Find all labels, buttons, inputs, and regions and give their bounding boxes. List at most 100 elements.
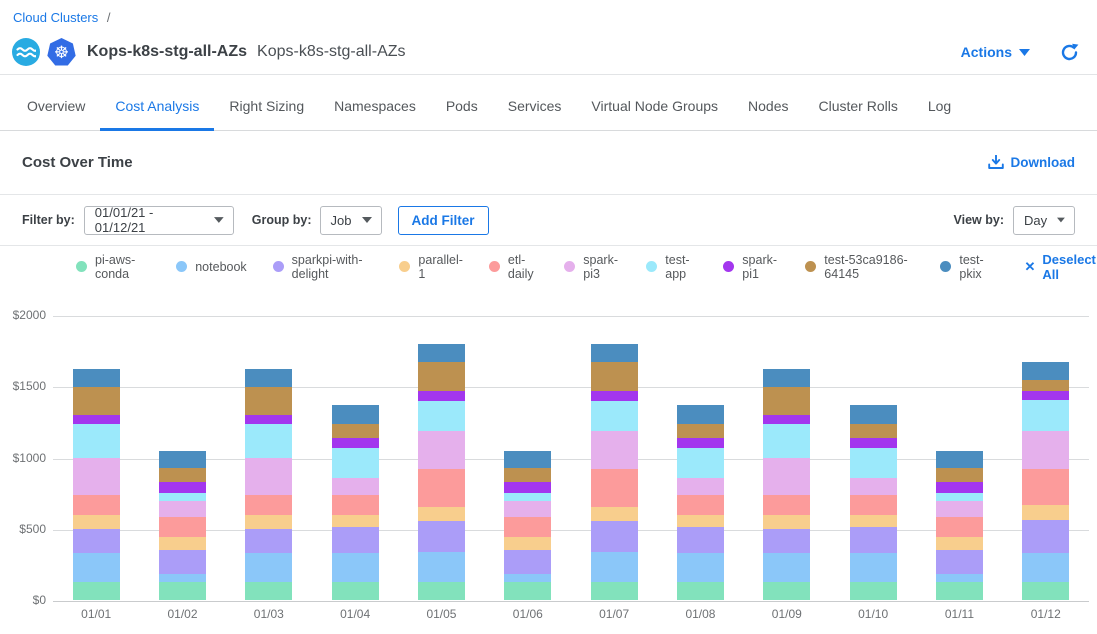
bar-segment-spark-pi3[interactable] — [332, 478, 379, 495]
bar-segment-parallel-1[interactable] — [763, 515, 810, 529]
bar-segment-spark-pi1[interactable] — [73, 415, 120, 424]
refresh-button[interactable] — [1060, 43, 1079, 62]
bar-segment-notebook[interactable] — [936, 574, 983, 581]
tab-virtual-node-groups[interactable]: Virtual Node Groups — [576, 75, 733, 131]
bar-segment-sparkpi-with-delight[interactable] — [332, 527, 379, 553]
bar-segment-sparkpi-with-delight[interactable] — [763, 529, 810, 553]
bar-segment-sparkpi-with-delight[interactable] — [591, 521, 638, 552]
bar-segment-spark-pi1[interactable] — [418, 391, 465, 401]
bar-segment-test-pkix[interactable] — [73, 369, 120, 387]
legend-item-pi-aws-conda[interactable]: pi-aws-conda — [76, 253, 150, 281]
bar-segment-test-app[interactable] — [159, 493, 206, 501]
bar-segment-test-pkix[interactable] — [936, 451, 983, 469]
bar-segment-etl-daily[interactable] — [936, 517, 983, 538]
bar-segment-test-53ca9186-64145[interactable] — [159, 468, 206, 482]
legend-item-parallel-1[interactable]: parallel-1 — [399, 253, 462, 281]
bar-segment-pi-aws-conda[interactable] — [504, 582, 551, 601]
bar-01/09[interactable] — [763, 369, 810, 600]
bar-segment-etl-daily[interactable] — [332, 495, 379, 514]
date-range-select[interactable]: 01/01/21 - 01/12/21 — [84, 206, 234, 235]
bar-segment-etl-daily[interactable] — [245, 495, 292, 515]
tab-services[interactable]: Services — [493, 75, 577, 131]
bar-segment-test-pkix[interactable] — [159, 451, 206, 469]
bar-segment-sparkpi-with-delight[interactable] — [504, 550, 551, 574]
bar-segment-test-pkix[interactable] — [504, 451, 551, 469]
bar-segment-parallel-1[interactable] — [850, 515, 897, 528]
bar-segment-notebook[interactable] — [504, 574, 551, 581]
bar-segment-spark-pi3[interactable] — [245, 458, 292, 495]
view-by-select[interactable]: Day — [1013, 206, 1075, 235]
bar-segment-spark-pi3[interactable] — [1022, 431, 1069, 469]
bar-segment-test-app[interactable] — [850, 448, 897, 479]
bar-segment-test-pkix[interactable] — [245, 369, 292, 387]
bar-segment-test-53ca9186-64145[interactable] — [418, 362, 465, 391]
bar-segment-parallel-1[interactable] — [73, 515, 120, 529]
bar-segment-test-53ca9186-64145[interactable] — [245, 387, 292, 415]
bar-segment-spark-pi3[interactable] — [73, 458, 120, 495]
bar-segment-pi-aws-conda[interactable] — [159, 582, 206, 601]
bar-segment-sparkpi-with-delight[interactable] — [1022, 520, 1069, 553]
bar-segment-test-53ca9186-64145[interactable] — [763, 387, 810, 415]
bar-segment-spark-pi3[interactable] — [763, 458, 810, 495]
bar-segment-pi-aws-conda[interactable] — [418, 582, 465, 601]
bar-segment-pi-aws-conda[interactable] — [73, 582, 120, 601]
group-by-select[interactable]: Job — [320, 206, 382, 235]
bar-segment-test-app[interactable] — [73, 424, 120, 458]
bar-segment-spark-pi1[interactable] — [936, 482, 983, 493]
bar-segment-spark-pi1[interactable] — [591, 391, 638, 401]
bar-segment-parallel-1[interactable] — [418, 507, 465, 521]
bar-segment-notebook[interactable] — [677, 553, 724, 582]
bar-segment-test-53ca9186-64145[interactable] — [332, 424, 379, 438]
bar-segment-notebook[interactable] — [1022, 553, 1069, 582]
bar-01/01[interactable] — [73, 369, 120, 600]
legend-item-notebook[interactable]: notebook — [176, 260, 246, 274]
bar-segment-test-pkix[interactable] — [1022, 362, 1069, 380]
bar-segment-notebook[interactable] — [159, 574, 206, 581]
bar-segment-spark-pi1[interactable] — [763, 415, 810, 424]
bar-segment-pi-aws-conda[interactable] — [936, 582, 983, 601]
bar-segment-spark-pi1[interactable] — [1022, 391, 1069, 400]
bar-segment-test-pkix[interactable] — [763, 369, 810, 387]
bar-segment-etl-daily[interactable] — [591, 469, 638, 507]
bar-segment-notebook[interactable] — [73, 553, 120, 582]
bar-segment-sparkpi-with-delight[interactable] — [936, 550, 983, 574]
bar-segment-test-53ca9186-64145[interactable] — [936, 468, 983, 482]
bar-segment-parallel-1[interactable] — [159, 537, 206, 550]
bar-segment-spark-pi3[interactable] — [418, 431, 465, 469]
bar-segment-sparkpi-with-delight[interactable] — [677, 527, 724, 553]
bar-01/08[interactable] — [677, 405, 724, 600]
bar-segment-etl-daily[interactable] — [1022, 469, 1069, 505]
bar-01/03[interactable] — [245, 369, 292, 600]
bar-segment-parallel-1[interactable] — [1022, 505, 1069, 520]
bar-segment-spark-pi3[interactable] — [677, 478, 724, 495]
bar-segment-parallel-1[interactable] — [332, 515, 379, 528]
bar-segment-pi-aws-conda[interactable] — [245, 582, 292, 601]
legend-item-spark-pi1[interactable]: spark-pi1 — [723, 253, 779, 281]
bar-segment-test-53ca9186-64145[interactable] — [677, 424, 724, 438]
add-filter-button[interactable]: Add Filter — [398, 206, 489, 235]
tab-nodes[interactable]: Nodes — [733, 75, 803, 131]
bar-segment-spark-pi3[interactable] — [936, 501, 983, 517]
bar-segment-pi-aws-conda[interactable] — [332, 582, 379, 601]
bar-segment-test-app[interactable] — [504, 493, 551, 501]
bar-segment-spark-pi1[interactable] — [504, 482, 551, 493]
bar-segment-spark-pi3[interactable] — [850, 478, 897, 495]
legend-item-test-53ca9186-64145[interactable]: test-53ca9186-64145 — [805, 253, 914, 281]
deselect-all-button[interactable]: ✕ Deselect All — [1025, 252, 1097, 282]
bar-segment-spark-pi3[interactable] — [504, 501, 551, 517]
bar-segment-test-pkix[interactable] — [677, 405, 724, 424]
bar-segment-test-app[interactable] — [245, 424, 292, 458]
bar-segment-spark-pi1[interactable] — [332, 438, 379, 448]
bar-01/11[interactable] — [936, 451, 983, 600]
bar-segment-test-app[interactable] — [418, 401, 465, 432]
bar-segment-test-app[interactable] — [1022, 400, 1069, 431]
legend-item-etl-daily[interactable]: etl-daily — [489, 253, 538, 281]
bar-segment-spark-pi3[interactable] — [591, 431, 638, 469]
legend-item-test-app[interactable]: test-app — [646, 253, 697, 281]
bar-segment-test-53ca9186-64145[interactable] — [850, 424, 897, 438]
tab-cluster-rolls[interactable]: Cluster Rolls — [803, 75, 912, 131]
bar-01/06[interactable] — [504, 451, 551, 600]
bar-segment-sparkpi-with-delight[interactable] — [850, 527, 897, 553]
bar-segment-sparkpi-with-delight[interactable] — [245, 529, 292, 553]
bar-segment-pi-aws-conda[interactable] — [850, 582, 897, 601]
